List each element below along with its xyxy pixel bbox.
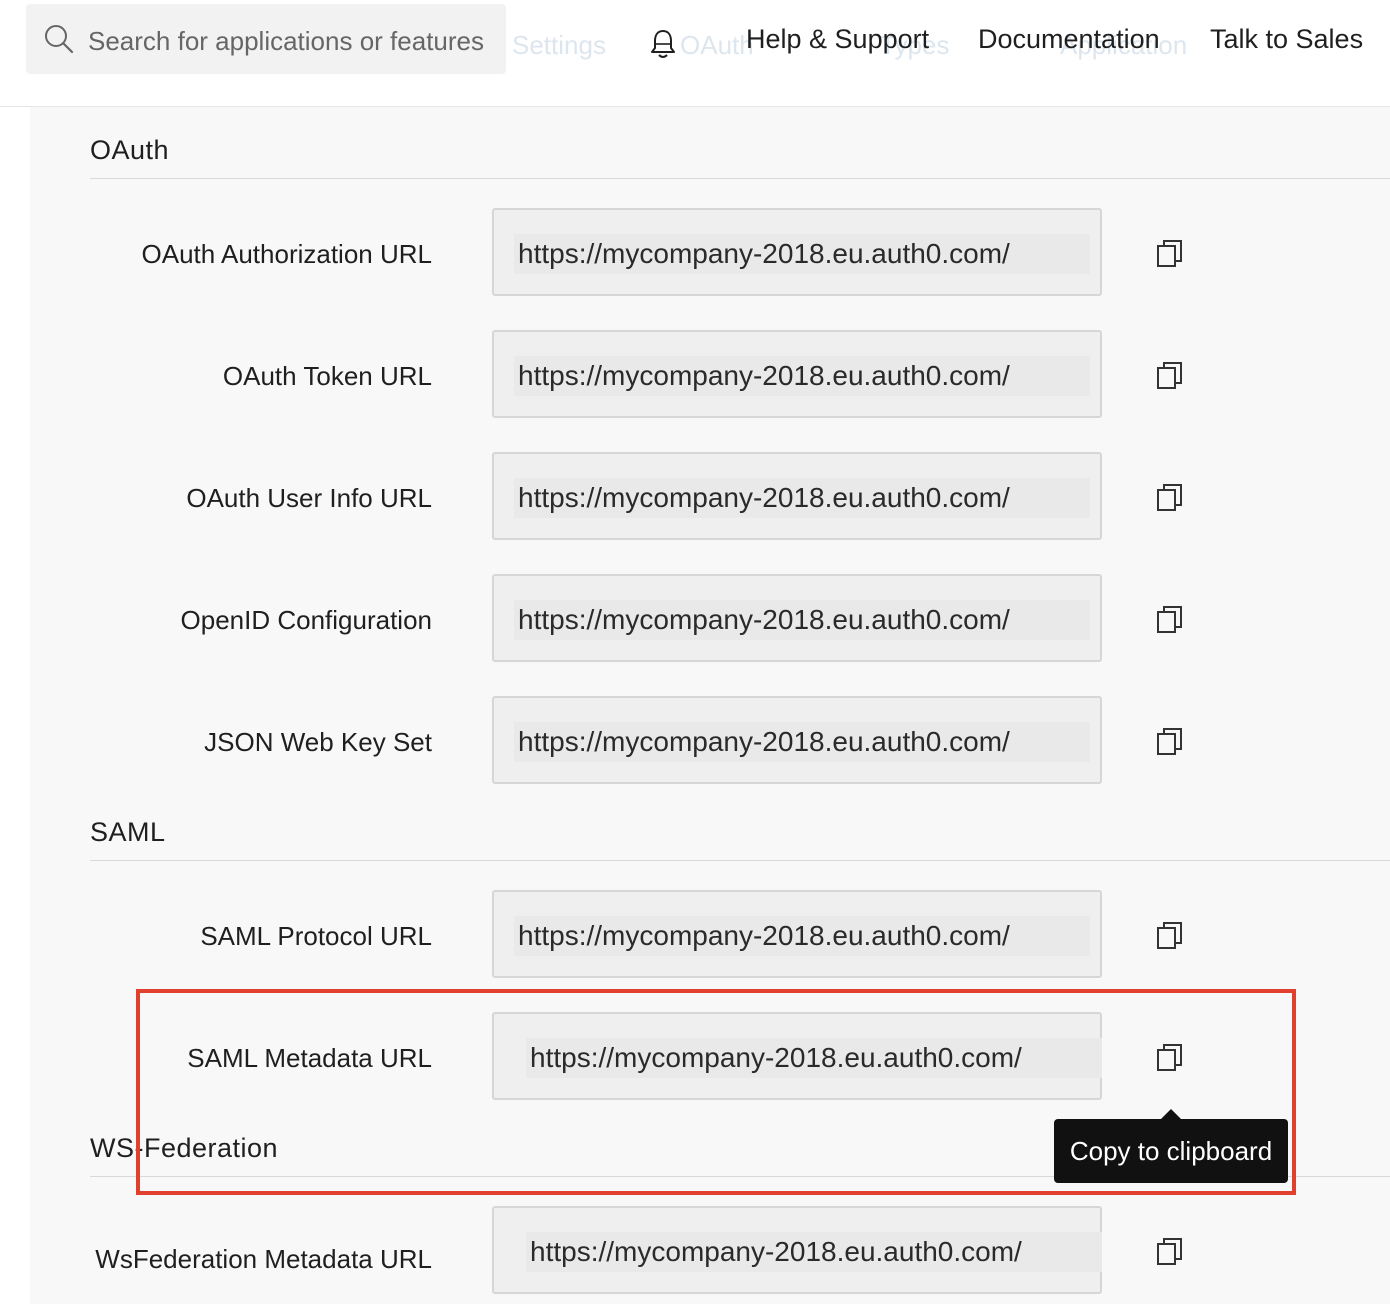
copy-icon[interactable] bbox=[1156, 1237, 1184, 1267]
row-label: SAML Protocol URL bbox=[200, 921, 432, 951]
url-input[interactable] bbox=[514, 722, 1090, 762]
endpoints-panel: OAuth OAuth Authorization URL OAuth Toke… bbox=[30, 107, 1390, 1304]
ghost-tab-settings: Settings bbox=[512, 30, 606, 60]
row-label: SAML Metadata URL bbox=[187, 1043, 432, 1073]
copy-icon[interactable] bbox=[1156, 239, 1184, 269]
url-field-box bbox=[492, 1012, 1102, 1100]
row-label: WsFederation Metadata URL bbox=[95, 1244, 432, 1274]
section-title-ws-federation: WS-Federation bbox=[90, 1133, 279, 1163]
bell-icon[interactable] bbox=[650, 28, 676, 60]
row-label: OAuth Authorization URL bbox=[141, 239, 433, 269]
copy-icon[interactable] bbox=[1156, 483, 1184, 513]
ghost-tab-oauth: OAuth bbox=[680, 30, 754, 60]
search-icon bbox=[45, 25, 74, 54]
search-box[interactable] bbox=[26, 4, 506, 74]
top-bar: Settings OAuth Types Application Help & … bbox=[0, 0, 1390, 107]
url-field-box bbox=[492, 452, 1102, 540]
search-input[interactable] bbox=[86, 20, 506, 62]
url-input[interactable] bbox=[514, 234, 1090, 274]
section-title-saml: SAML bbox=[90, 817, 166, 847]
copy-tooltip: Copy to clipboard bbox=[1054, 1109, 1288, 1183]
copy-icon[interactable] bbox=[1156, 605, 1184, 635]
row-label: OAuth Token URL bbox=[222, 361, 432, 391]
row-label: JSON Web Key Set bbox=[204, 727, 432, 757]
url-input[interactable] bbox=[526, 1038, 1102, 1078]
section-divider bbox=[90, 860, 1390, 861]
url-field-box bbox=[492, 1206, 1102, 1294]
row-label: OpenID Configuration bbox=[180, 605, 432, 635]
copy-icon[interactable] bbox=[1156, 727, 1184, 757]
row-label: OAuth User Info URL bbox=[186, 483, 432, 513]
talk-to-sales-link[interactable]: Talk to Sales bbox=[1210, 24, 1363, 55]
url-input[interactable] bbox=[514, 600, 1090, 640]
copy-icon[interactable] bbox=[1156, 361, 1184, 391]
url-input[interactable] bbox=[514, 356, 1090, 396]
copy-icon[interactable] bbox=[1156, 921, 1184, 951]
url-input[interactable] bbox=[526, 1232, 1102, 1272]
url-field-box bbox=[492, 208, 1102, 296]
documentation-link[interactable]: Documentation bbox=[978, 24, 1160, 55]
help-support-link[interactable]: Help & Support bbox=[746, 24, 929, 55]
section-divider bbox=[90, 178, 1390, 179]
url-field-box bbox=[492, 330, 1102, 418]
copy-icon[interactable] bbox=[1156, 1043, 1184, 1073]
url-field-box bbox=[492, 890, 1102, 978]
section-title-oauth: OAuth bbox=[90, 135, 170, 165]
url-input[interactable] bbox=[514, 916, 1090, 956]
url-input[interactable] bbox=[514, 478, 1090, 518]
url-field-box bbox=[492, 574, 1102, 662]
url-field-box bbox=[492, 696, 1102, 784]
